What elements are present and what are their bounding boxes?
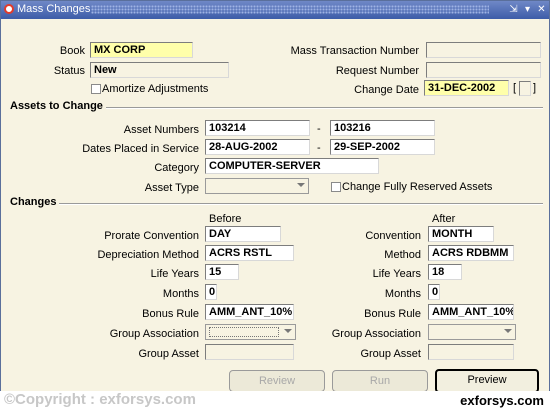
mass-transaction-field[interactable]	[426, 42, 541, 58]
method-label: Method	[384, 249, 421, 261]
group-asset-before-label: Group Asset	[138, 348, 199, 360]
bonus-rule-after-label: Bonus Rule	[364, 308, 421, 320]
amortize-checkbox[interactable]	[91, 84, 101, 94]
request-number-label: Request Number	[335, 65, 419, 77]
group-association-before-select[interactable]	[205, 324, 296, 340]
months-before-field[interactable]: 0	[205, 284, 217, 300]
date-from-field[interactable]: 28-AUG-2002	[205, 139, 310, 155]
close-icon[interactable]: ✕	[536, 4, 547, 15]
depreciation-method-label: Depreciation Method	[97, 249, 199, 261]
after-column-label: After	[432, 213, 456, 225]
mass-transaction-label: Mass Transaction Number	[290, 45, 419, 57]
book-field[interactable]: MX CORP	[90, 42, 193, 58]
before-column-label: Before	[209, 213, 242, 225]
bracket-close: ]	[533, 82, 537, 94]
asset-numbers-label: Asset Numbers	[123, 124, 199, 136]
bonus-rule-before-field[interactable]: AMM_ANT_10%	[205, 304, 294, 320]
date-range-dash: -	[317, 142, 321, 154]
change-fully-reserved-label: Change Fully Reserved Assets	[342, 181, 493, 193]
months-after-field[interactable]: 0	[428, 284, 440, 300]
category-field[interactable]: COMPUTER-SERVER	[205, 158, 379, 174]
preview-button[interactable]: Preview	[435, 369, 539, 393]
asset-type-label: Asset Type	[144, 182, 199, 194]
months-after-label: Months	[384, 288, 421, 300]
chevron-down-icon	[504, 329, 512, 333]
asset-range-dash: -	[317, 123, 321, 135]
mass-changes-window: Mass Changes ⇲ ▾ ✕ Book MX CORP Status N…	[0, 0, 550, 412]
date-to-field[interactable]: 29-SEP-2002	[330, 139, 435, 155]
depreciation-method-field[interactable]: ACRS RSTL	[205, 245, 294, 261]
amortize-label: Amortize Adjustments	[102, 83, 209, 95]
book-label: Book	[59, 45, 85, 57]
bracket-open: [	[513, 82, 517, 94]
run-button[interactable]: Run	[332, 370, 428, 392]
months-before-label: Months	[162, 288, 199, 300]
site-watermark: exforsys.com	[460, 393, 544, 408]
status-label: Status	[53, 65, 85, 77]
minimize-icon[interactable]: ▾	[522, 4, 533, 15]
group-association-after-select[interactable]	[428, 324, 516, 340]
chevron-down-icon	[297, 183, 305, 187]
dates-placed-label: Dates Placed in Service	[82, 143, 199, 155]
watermark-footer: ©Copyright : exforsys.com exforsys.com	[0, 391, 550, 412]
restore-icon[interactable]: ⇲	[508, 4, 519, 15]
group-association-before-label: Group Association	[109, 328, 199, 340]
focus-outline	[209, 327, 279, 337]
bonus-rule-after-field[interactable]: AMM_ANT_10%	[428, 304, 514, 320]
group-association-after-label: Group Association	[331, 328, 421, 340]
oracle-icon	[4, 4, 14, 14]
assets-section-title: Assets to Change	[7, 100, 106, 112]
method-field[interactable]: ACRS RDBMM	[428, 245, 514, 261]
convention-field[interactable]: MONTH	[428, 226, 494, 242]
bonus-rule-before-label: Bonus Rule	[142, 308, 199, 320]
status-field[interactable]: New	[90, 62, 229, 78]
change-date-field[interactable]: 31-DEC-2002	[424, 80, 509, 96]
convention-label: Convention	[365, 230, 421, 242]
changes-section-divider	[7, 203, 543, 205]
group-asset-before-field[interactable]	[205, 344, 294, 360]
category-label: Category	[154, 162, 199, 174]
life-years-after-field[interactable]: 18	[428, 264, 462, 280]
life-years-after-label: Life Years	[372, 268, 421, 280]
window-title: Mass Changes	[17, 3, 91, 15]
asset-number-from-field[interactable]: 103214	[205, 120, 310, 136]
request-number-field[interactable]	[426, 62, 541, 78]
asset-type-select[interactable]	[205, 178, 309, 194]
asset-number-to-field[interactable]: 103216	[330, 120, 435, 136]
group-asset-after-field[interactable]	[428, 344, 514, 360]
prorate-convention-field[interactable]: DAY	[205, 226, 281, 242]
prorate-convention-label: Prorate Convention	[104, 230, 199, 242]
descriptive-flexfield[interactable]	[519, 81, 531, 96]
review-button[interactable]: Review	[229, 370, 325, 392]
change-fully-reserved-checkbox[interactable]	[331, 182, 341, 192]
title-bar[interactable]: Mass Changes ⇲ ▾ ✕	[1, 1, 549, 19]
group-asset-after-label: Group Asset	[360, 348, 421, 360]
chevron-down-icon	[284, 329, 292, 333]
copyright-watermark: ©Copyright : exforsys.com	[4, 391, 196, 408]
changes-section-title: Changes	[7, 196, 60, 208]
change-date-label: Change Date	[354, 84, 419, 96]
life-years-before-label: Life Years	[150, 268, 199, 280]
title-bar-pattern	[91, 5, 489, 14]
life-years-before-field[interactable]: 15	[205, 264, 239, 280]
